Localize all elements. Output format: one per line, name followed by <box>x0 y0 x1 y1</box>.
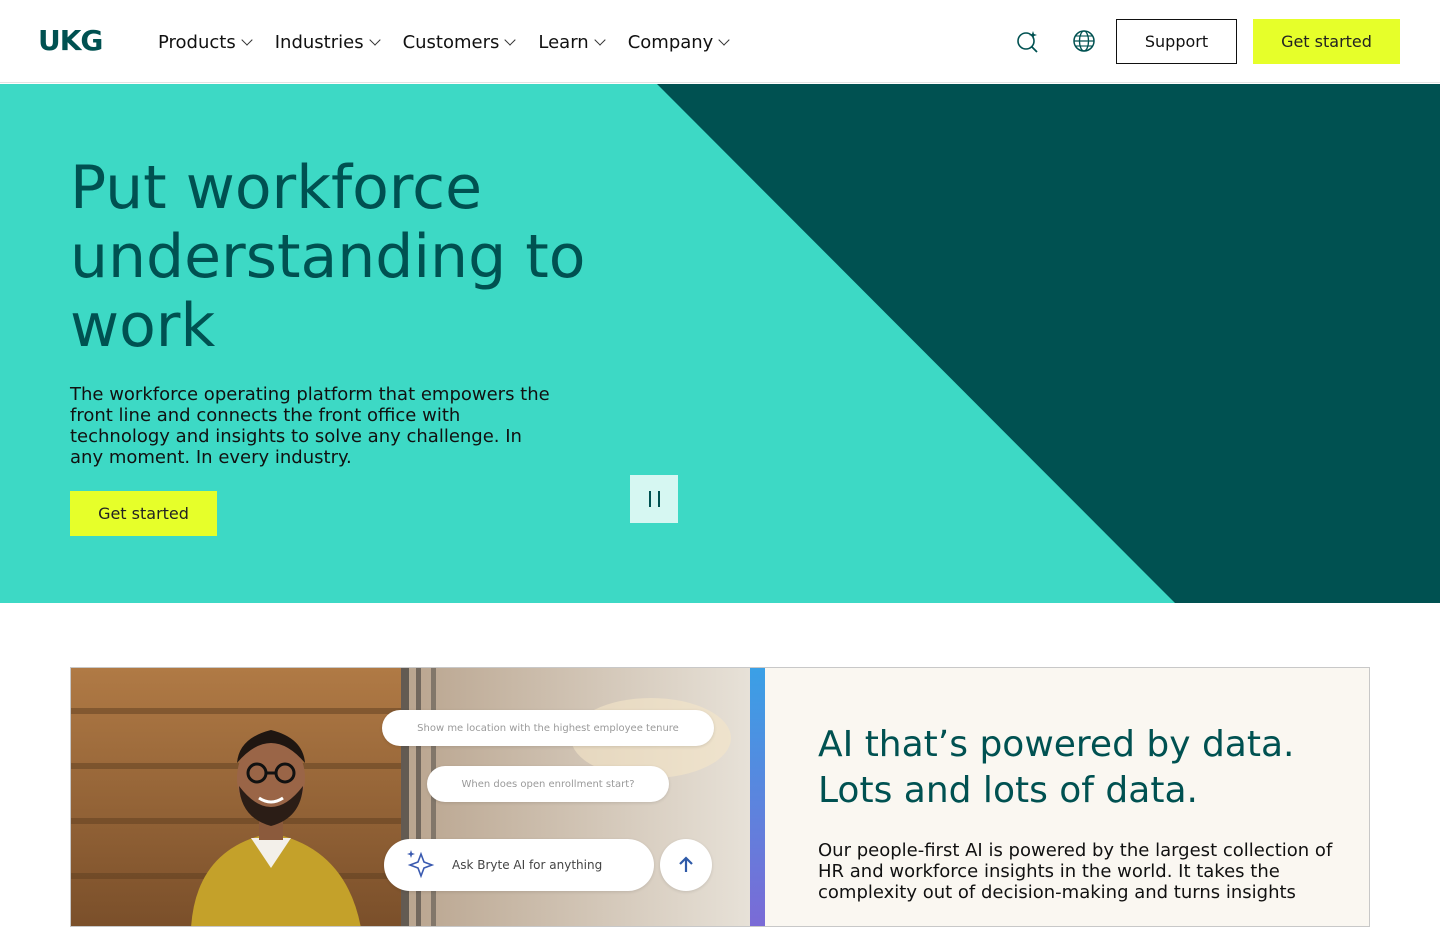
feature-photo: Show me location with the highest employ… <box>71 668 765 926</box>
nav-industries[interactable]: Industries <box>274 28 381 56</box>
arrow-up-icon <box>679 856 693 872</box>
hero-get-started-button[interactable]: Get started <box>70 491 217 536</box>
nav-company[interactable]: Company <box>627 28 731 56</box>
feature-description: Our people-first AI is powered by the la… <box>818 840 1333 903</box>
globe-icon[interactable] <box>1071 28 1097 54</box>
hero-description: The workforce operating platform that em… <box>70 384 550 468</box>
ask-ai-input[interactable]: Ask Bryte AI for anything <box>384 839 654 891</box>
pause-button[interactable] <box>630 475 678 523</box>
chat-prompt-1: Show me location with the highest employ… <box>417 722 679 734</box>
chat-prompt-bubble[interactable]: Show me location with the highest employ… <box>382 710 714 746</box>
chevron-down-icon <box>718 34 731 46</box>
nav-company-label: Company <box>627 31 714 53</box>
support-button[interactable]: Support <box>1116 19 1237 64</box>
chevron-down-icon <box>368 34 381 46</box>
hero-section: Put workforce understanding to work The … <box>0 84 1440 603</box>
main-nav: Products Industries Customers Learn Comp… <box>158 28 752 56</box>
chevron-down-icon <box>504 34 517 46</box>
chevron-down-icon <box>594 34 606 46</box>
feature-title: AI that’s powered by data. Lots and lots… <box>818 724 1295 811</box>
chat-prompt-2: When does open enrollment start? <box>461 778 635 790</box>
feature-text: AI that’s powered by data. Lots and lots… <box>818 722 1348 903</box>
ukg-logo[interactable]: UKG <box>38 24 103 57</box>
nav-customers-label: Customers <box>402 31 500 53</box>
chat-prompt-bubble[interactable]: When does open enrollment start? <box>427 766 669 802</box>
ask-ai-placeholder: Ask Bryte AI for anything <box>452 858 603 872</box>
header-get-started-button[interactable]: Get started <box>1253 19 1400 64</box>
nav-industries-label: Industries <box>274 31 364 53</box>
hero-title: Put workforce understanding to work <box>70 153 586 361</box>
pause-icon <box>657 491 660 507</box>
nav-products-label: Products <box>158 31 236 53</box>
pause-icon <box>648 491 651 507</box>
ai-feature-card: Show me location with the highest employ… <box>70 667 1370 927</box>
search-icon[interactable] <box>1015 28 1041 54</box>
nav-learn[interactable]: Learn <box>538 28 606 56</box>
send-button[interactable] <box>660 839 712 891</box>
nav-products[interactable]: Products <box>158 28 253 56</box>
sparkle-icon <box>407 850 435 879</box>
nav-learn-label: Learn <box>538 31 589 53</box>
chevron-down-icon <box>241 34 253 46</box>
site-header: UKG Products Industries Customers Learn … <box>0 0 1440 83</box>
nav-customers[interactable]: Customers <box>402 28 517 56</box>
